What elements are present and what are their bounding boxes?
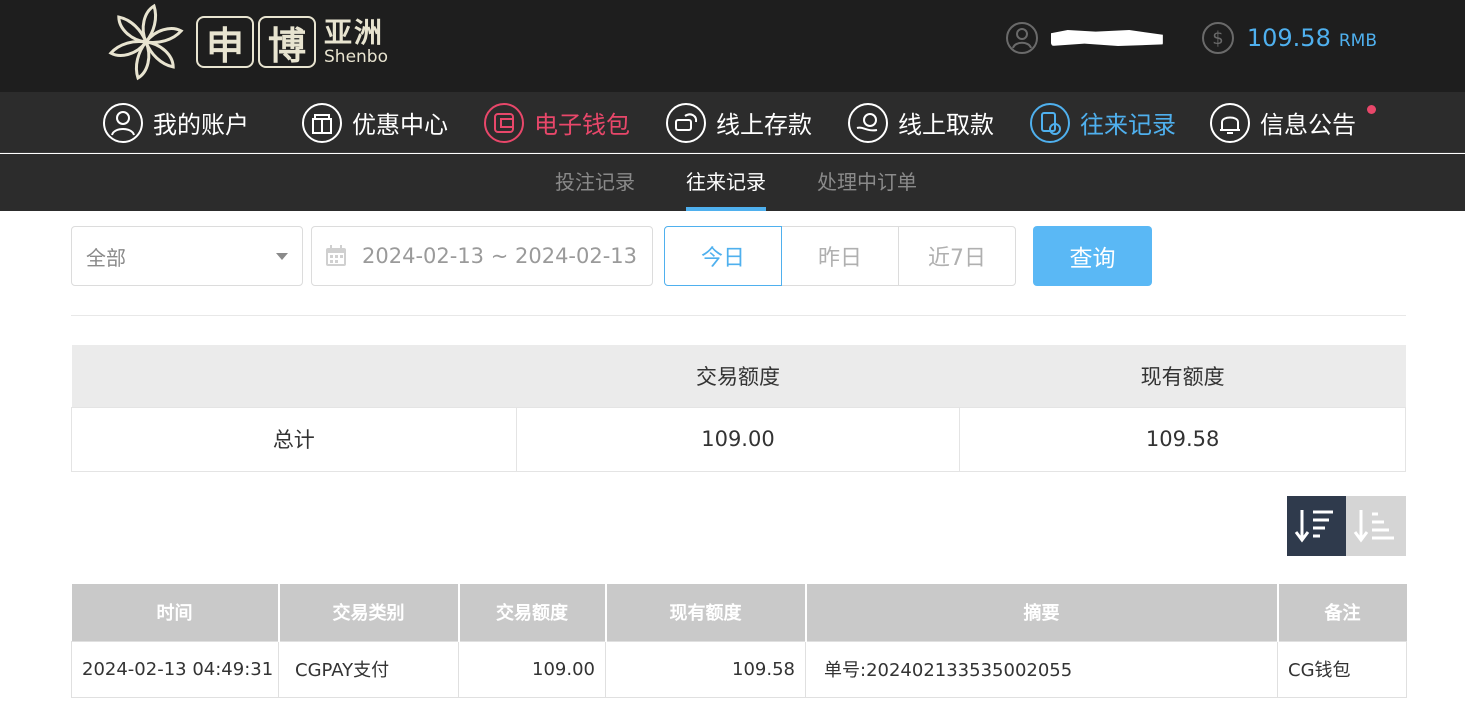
records-table: 时间 交易类别 交易额度 现有额度 摘要 备注 2024-02-13 04:49… bbox=[71, 584, 1407, 698]
caret-down-icon bbox=[276, 253, 288, 260]
nav-label: 电子钱包 bbox=[534, 111, 630, 139]
nav-label: 线上存款 bbox=[716, 111, 812, 139]
summary-header-row: 交易额度 现有额度 bbox=[71, 345, 1406, 407]
logo-text: 亚洲 Shenbo bbox=[324, 15, 388, 67]
sort-descending-button[interactable] bbox=[1287, 496, 1346, 556]
dollar-icon: $ bbox=[1201, 22, 1234, 54]
quick-yesterday-button[interactable]: 昨日 bbox=[781, 226, 899, 286]
username-redacted bbox=[1050, 30, 1163, 46]
type-select-value: 全部 bbox=[86, 245, 126, 270]
brand-logo[interactable]: 申 博 亚洲 Shenbo bbox=[100, 2, 388, 82]
logo-name-en: Shenbo bbox=[324, 46, 388, 67]
date-range-value: 2024-02-13 ~ 2024-02-13 bbox=[362, 244, 638, 268]
nav-label: 我的账户 bbox=[153, 111, 249, 139]
gift-icon bbox=[302, 102, 342, 143]
query-button[interactable]: 查询 bbox=[1033, 226, 1152, 286]
calendar-icon bbox=[326, 245, 346, 266]
nav-label: 线上取款 bbox=[898, 111, 994, 139]
cell-time: 2024-02-13 04:49:31 bbox=[71, 640, 279, 698]
col-header-note[interactable]: 备注 bbox=[1277, 584, 1407, 641]
nav-promotions[interactable]: 优惠中心 bbox=[301, 92, 448, 153]
nav-online-withdraw[interactable]: 线上取款 bbox=[847, 92, 994, 153]
wallet-icon bbox=[484, 102, 524, 143]
col-header-balance[interactable]: 现有额度 bbox=[605, 584, 807, 641]
cell-amount: 109.00 bbox=[458, 640, 606, 698]
user-avatar-icon[interactable] bbox=[1005, 21, 1039, 55]
col-header-amount[interactable]: 交易额度 bbox=[458, 584, 607, 641]
summary-total-label: 总计 bbox=[71, 406, 517, 472]
currency-label: RMB bbox=[1338, 31, 1377, 51]
table-row: 2024-02-13 04:49:31 CGPAY支付 109.00 109.5… bbox=[71, 640, 1407, 698]
sort-descending-icon bbox=[1294, 510, 1333, 543]
user-area: $ 109.58 RMB bbox=[1005, 18, 1377, 58]
logo-char-1: 申 bbox=[196, 16, 254, 68]
nav-transaction-records[interactable]: 往来记录 bbox=[1029, 92, 1176, 153]
sort-ascending-button[interactable] bbox=[1346, 496, 1406, 556]
cell-type: CGPAY支付 bbox=[278, 640, 459, 698]
logo-char-2: 博 bbox=[258, 16, 316, 68]
sub-nav: 投注记录 往来记录 处理中订单 bbox=[0, 154, 1465, 211]
records-header-row: 时间 交易类别 交易额度 现有额度 摘要 备注 bbox=[71, 584, 1407, 641]
unread-dot bbox=[1367, 105, 1376, 114]
summary-total-balance: 109.58 bbox=[959, 406, 1406, 472]
nav-online-deposit[interactable]: 线上存款 bbox=[665, 92, 812, 153]
date-range-picker[interactable]: 2024-02-13 ~ 2024-02-13 bbox=[311, 226, 653, 286]
bell-icon bbox=[1210, 102, 1250, 143]
sort-ascending-icon bbox=[1353, 510, 1394, 543]
svg-text:$: $ bbox=[1212, 28, 1223, 49]
user-icon bbox=[103, 102, 143, 143]
quick-today-button[interactable]: 今日 bbox=[664, 226, 782, 286]
quick-last7days-button[interactable]: 近7日 bbox=[898, 226, 1016, 286]
main-nav: 我的账户 优惠中心 电子钱包 线上存款 线上取款 往来记录 信息公告 bbox=[0, 92, 1465, 153]
subtab-bet-records[interactable]: 投注记录 bbox=[555, 154, 635, 211]
nav-label: 优惠中心 bbox=[352, 111, 448, 139]
records-icon bbox=[1030, 102, 1070, 143]
divider bbox=[71, 315, 1406, 316]
withdraw-icon bbox=[848, 102, 888, 143]
summary-table: 交易额度 现有额度 总计 109.00 109.58 bbox=[71, 345, 1406, 472]
summary-total-row: 总计 109.00 109.58 bbox=[71, 406, 1406, 472]
nav-label: 往来记录 bbox=[1080, 111, 1176, 139]
logo-name-cn: 亚洲 bbox=[324, 15, 385, 49]
nav-announcements[interactable]: 信息公告 bbox=[1209, 92, 1356, 153]
col-header-type[interactable]: 交易类别 bbox=[278, 584, 460, 641]
nav-e-wallet[interactable]: 电子钱包 bbox=[483, 92, 630, 153]
account-balance: 109.58 bbox=[1246, 24, 1331, 52]
quick-range-group: 今日 昨日 近7日 bbox=[664, 226, 1016, 286]
nav-my-account[interactable]: 我的账户 bbox=[102, 92, 249, 153]
cell-summary: 单号:202402133535002055 bbox=[805, 640, 1278, 698]
cell-note: CG钱包 bbox=[1277, 640, 1407, 698]
summary-header-balance: 现有额度 bbox=[959, 345, 1406, 407]
nav-label: 信息公告 bbox=[1260, 111, 1356, 139]
subtab-pending-orders[interactable]: 处理中订单 bbox=[817, 154, 917, 211]
summary-header-blank bbox=[71, 345, 517, 407]
cell-balance: 109.58 bbox=[605, 640, 806, 698]
col-header-summary[interactable]: 摘要 bbox=[805, 584, 1279, 641]
type-select[interactable]: 全部 bbox=[71, 226, 303, 286]
top-bar: 申 博 亚洲 Shenbo $ 109.58 RMB bbox=[0, 0, 1465, 92]
summary-total-amount: 109.00 bbox=[515, 406, 961, 472]
subtab-transaction-records[interactable]: 往来记录 bbox=[686, 154, 766, 211]
deposit-icon bbox=[666, 102, 706, 143]
col-header-time[interactable]: 时间 bbox=[71, 584, 280, 641]
flower-logo-icon bbox=[108, 3, 184, 81]
summary-header-amount: 交易额度 bbox=[516, 345, 960, 407]
